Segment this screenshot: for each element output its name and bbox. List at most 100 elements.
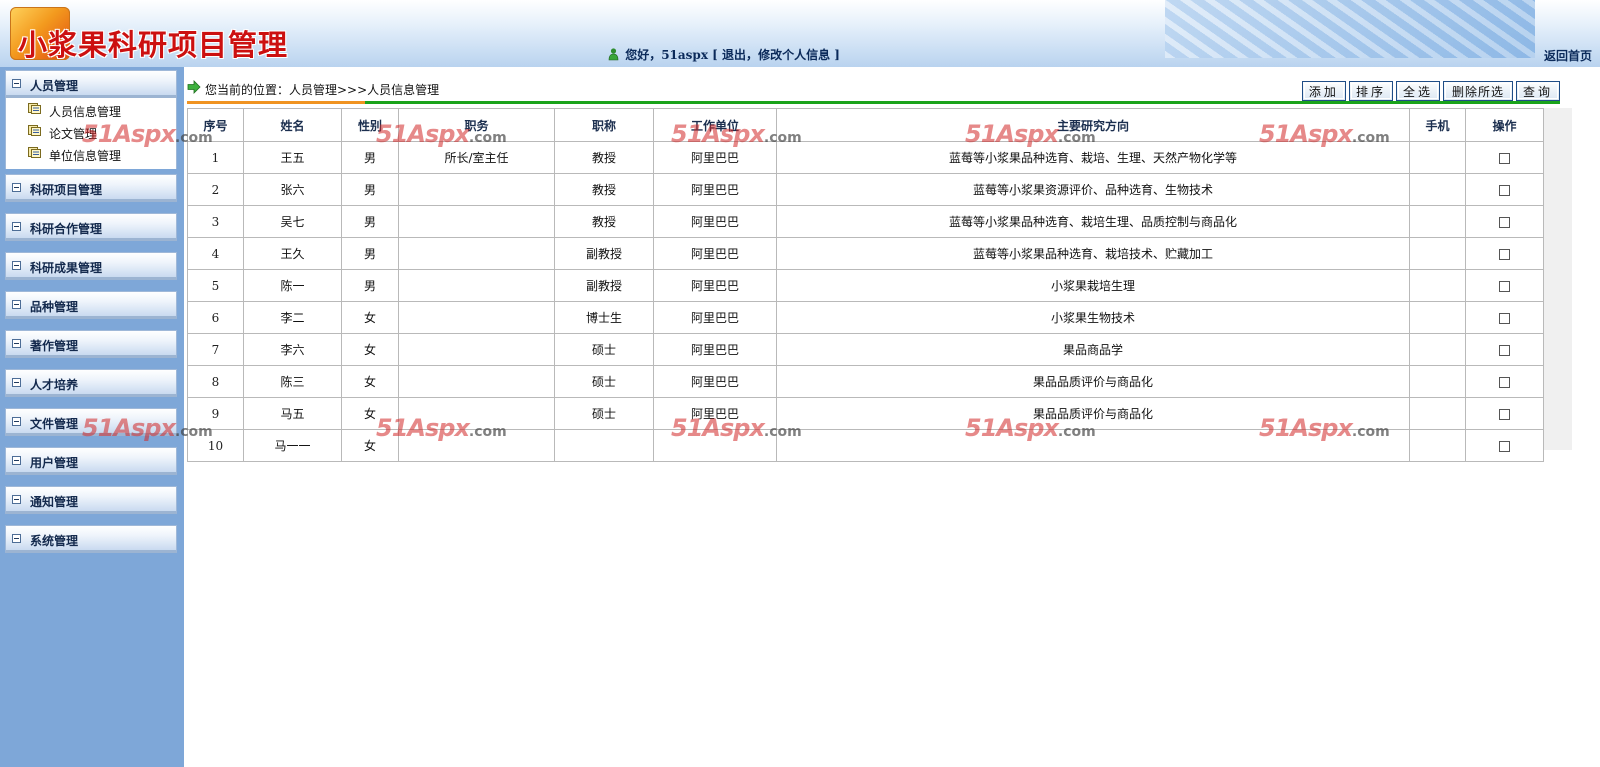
menu-group-files: 文件管理 xyxy=(5,408,177,436)
column-header: 工作单位 xyxy=(653,108,777,142)
menu-header-notices[interactable]: 通知管理 xyxy=(5,486,177,514)
collapse-icon xyxy=(12,534,21,543)
column-header: 职务 xyxy=(398,108,555,142)
row-select-checkbox[interactable] xyxy=(1499,184,1510,196)
table-header-row: 序号 姓名 性别 职务 职称 工作单位 主要研究方向 手机 操作 xyxy=(187,108,1544,142)
menu-header-works[interactable]: 著作管理 xyxy=(5,330,177,358)
table-cell-duty: 所长/室主任 xyxy=(398,141,555,174)
home-link[interactable]: 返回首页 xyxy=(1544,47,1592,64)
row-select-checkbox[interactable] xyxy=(1499,248,1510,260)
submenu-item-label: 单位信息管理 xyxy=(49,149,122,163)
table-cell-gender: 女 xyxy=(341,397,399,430)
menu-header-talent[interactable]: 人才培养 xyxy=(5,369,177,397)
submenu-item-label: 论文管理 xyxy=(49,127,98,141)
menu-header-files[interactable]: 文件管理 xyxy=(5,408,177,436)
table-cell-name: 李六 xyxy=(243,333,342,366)
table-cell-action xyxy=(1465,333,1544,366)
menu-header-research-results[interactable]: 科研成果管理 xyxy=(5,252,177,280)
table-cell-duty xyxy=(398,237,555,270)
row-select-checkbox[interactable] xyxy=(1499,152,1510,164)
table-cell-phone xyxy=(1409,173,1466,206)
table-cell-org: 阿里巴巴 xyxy=(653,173,777,206)
table-cell-name: 马一一 xyxy=(243,429,342,462)
table-cell-duty xyxy=(398,429,555,462)
table-row: 9 马五女 硕士 阿里巴巴 果品品质评价与商品化 xyxy=(187,397,1544,430)
toolbar: 添加 排序 全选 删除所选 查询 xyxy=(1301,81,1560,101)
menu-header-research-cooperation[interactable]: 科研合作管理 xyxy=(5,213,177,241)
table-cell-gender: 男 xyxy=(341,141,399,174)
table-cell-research: 蓝莓等小浆果资源评价、品种选育、生物技术 xyxy=(776,173,1410,206)
sort-button[interactable]: 排序 xyxy=(1348,81,1393,101)
menu-header-personnel[interactable]: 人员管理 xyxy=(5,70,177,98)
table-cell-org: 阿里巴巴 xyxy=(653,301,777,334)
collapse-icon xyxy=(12,300,21,309)
table-cell-action xyxy=(1465,237,1544,270)
table-cell-duty xyxy=(398,269,555,302)
menu-header-varieties[interactable]: 品种管理 xyxy=(5,291,177,319)
arrow-right-icon xyxy=(187,80,201,94)
table-cell-org: 阿里巴巴 xyxy=(653,333,777,366)
table-cell-action xyxy=(1465,301,1544,334)
table-cell-duty xyxy=(398,365,555,398)
table-row: 1 王五男所长/室主任 教授 阿里巴巴 蓝莓等小浆果品种选育、栽培、生理、天然产物化学等 xyxy=(187,141,1544,174)
query-button[interactable]: 查询 xyxy=(1515,81,1560,101)
menu-header-label: 科研合作管理 xyxy=(30,222,103,236)
submenu-item-papers[interactable]: 论文管理 xyxy=(6,121,176,143)
table-cell-gender: 女 xyxy=(341,365,399,398)
table-row: 8 陈三女 硕士 阿里巴巴 果品品质评价与商品化 xyxy=(187,365,1544,398)
collapse-icon xyxy=(12,495,21,504)
folder-icon xyxy=(28,103,41,114)
table-cell-phone xyxy=(1409,237,1466,270)
select-all-button[interactable]: 全选 xyxy=(1395,81,1440,101)
menu-header-users[interactable]: 用户管理 xyxy=(5,447,177,475)
table-cell-research: 小浆果栽培生理 xyxy=(776,269,1410,302)
table-cell-name: 张六 xyxy=(243,173,342,206)
table-cell-phone xyxy=(1409,301,1466,334)
row-select-checkbox[interactable] xyxy=(1499,280,1510,292)
table-cell-action xyxy=(1465,429,1544,462)
table-cell-gender: 男 xyxy=(341,237,399,270)
row-select-checkbox[interactable] xyxy=(1499,376,1510,388)
table-cell-no: 1 xyxy=(187,141,244,174)
row-select-checkbox[interactable] xyxy=(1499,408,1510,420)
folder-icon xyxy=(28,125,41,136)
table-cell-research: 小浆果生物技术 xyxy=(776,301,1410,334)
menu-header-label: 通知管理 xyxy=(30,495,79,509)
submenu-item-personnel-info[interactable]: 人员信息管理 xyxy=(6,99,176,121)
table-cell-duty xyxy=(398,301,555,334)
table-cell-no: 8 xyxy=(187,365,244,398)
sidebar: 人员管理 人员信息管理 论文管理 单位信息管理 科研项目管理 科研合作管理 科研… xyxy=(0,67,184,767)
row-select-checkbox[interactable] xyxy=(1499,440,1510,452)
menu-header-system[interactable]: 系统管理 xyxy=(5,525,177,553)
table-body: 1 王五男所长/室主任 教授 阿里巴巴 蓝莓等小浆果品种选育、栽培、生理、天然产物化学等… xyxy=(187,141,1544,462)
delete-selected-button[interactable]: 删除所选 xyxy=(1442,81,1513,101)
table-cell-phone xyxy=(1409,141,1466,174)
column-header: 操作 xyxy=(1465,108,1544,142)
table-cell-gender: 男 xyxy=(341,269,399,302)
logout-link[interactable]: 退出 xyxy=(722,48,746,62)
row-select-checkbox[interactable] xyxy=(1499,344,1510,356)
row-select-checkbox[interactable] xyxy=(1499,216,1510,228)
table-cell-title: 硕士 xyxy=(554,365,654,398)
table-cell-name: 陈一 xyxy=(243,269,342,302)
table-cell-gender: 男 xyxy=(341,173,399,206)
greeting-bracket-open: [ xyxy=(707,48,723,62)
folder-icon xyxy=(28,147,41,158)
table-cell-phone xyxy=(1409,429,1466,462)
table-cell-no: 5 xyxy=(187,269,244,302)
submenu-item-org-info[interactable]: 单位信息管理 xyxy=(6,143,176,165)
row-select-checkbox[interactable] xyxy=(1499,312,1510,324)
table-cell-duty xyxy=(398,205,555,238)
table-cell-title: 副教授 xyxy=(554,237,654,270)
table-cell-research: 果品商品学 xyxy=(776,333,1410,366)
edit-profile-link[interactable]: 修改个人信息 xyxy=(758,48,830,62)
greeting-bracket-close: ] xyxy=(830,48,840,62)
table-cell-gender: 女 xyxy=(341,301,399,334)
table-cell-org: 阿里巴巴 xyxy=(653,141,777,174)
add-button[interactable]: 添加 xyxy=(1301,81,1346,101)
menu-header-research-projects[interactable]: 科研项目管理 xyxy=(5,174,177,202)
menu-header-label: 著作管理 xyxy=(30,339,79,353)
greeting-prefix: 您好， xyxy=(625,48,662,62)
menu-group-research-projects: 科研项目管理 xyxy=(5,174,177,202)
submenu-item-label: 人员信息管理 xyxy=(49,105,122,119)
